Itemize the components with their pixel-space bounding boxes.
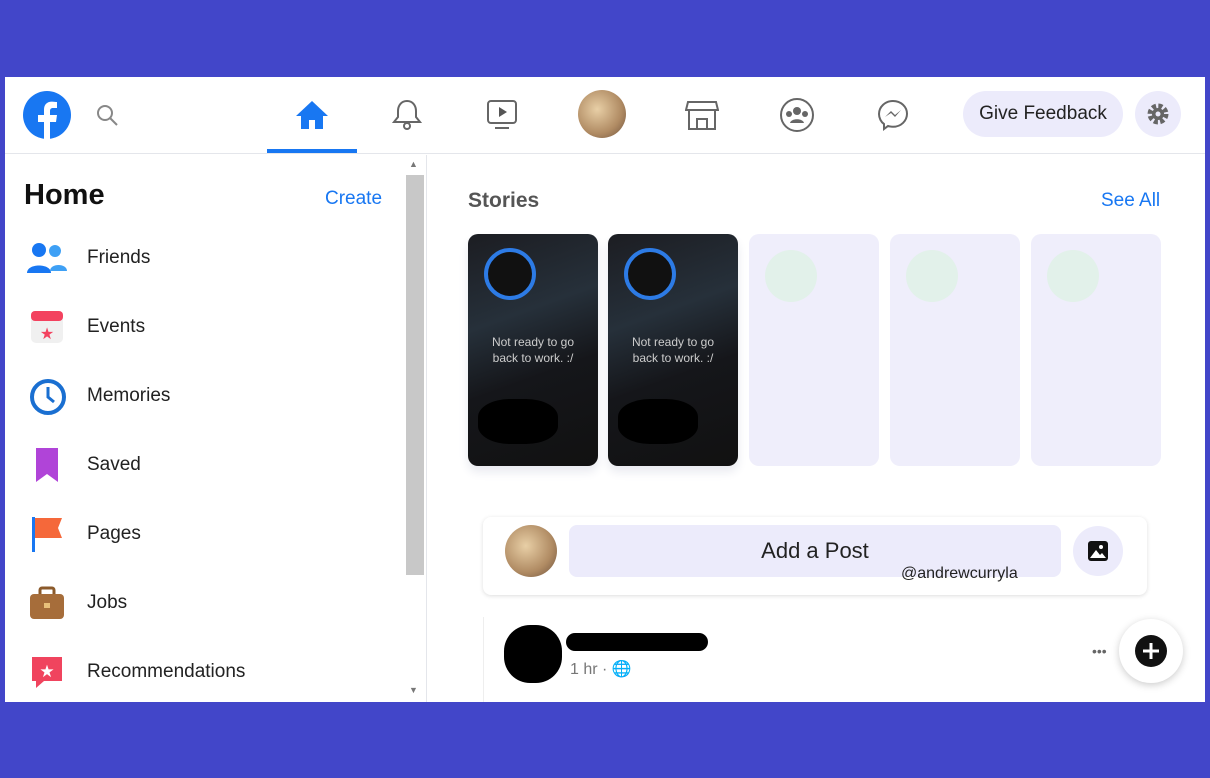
messenger-tab[interactable]	[871, 93, 915, 137]
jobs-icon	[25, 581, 69, 625]
search-icon[interactable]	[95, 103, 119, 127]
redacted-avatar	[504, 625, 562, 683]
new-message-button[interactable]	[1119, 619, 1183, 683]
sidebar-item-memories[interactable]: Memories	[25, 371, 385, 421]
left-sidebar: Home Create Friends ★ Events Memories Sav…	[5, 155, 427, 702]
post-more-button[interactable]: •••	[1092, 643, 1107, 659]
feed-post: 1 hr · 🌐 •••	[483, 617, 1183, 702]
redacted-area	[478, 399, 558, 444]
post-time: 1 hr · 🌐	[570, 661, 632, 678]
groups-icon	[780, 98, 814, 132]
svg-text:★: ★	[39, 662, 54, 681]
scroll-down-arrow[interactable]: ▼	[409, 685, 418, 695]
sidebar-title: Home	[24, 179, 105, 211]
svg-text:★: ★	[40, 326, 54, 343]
marketplace-icon	[685, 101, 719, 130]
events-icon: ★	[25, 305, 69, 349]
bell-icon	[391, 99, 423, 130]
profile-avatar[interactable]	[578, 90, 626, 138]
globe-icon: 🌐	[611, 661, 632, 678]
sidebar-item-saved[interactable]: Saved	[25, 440, 385, 490]
story-avatar	[484, 248, 536, 300]
saved-icon	[25, 443, 69, 487]
sidebar-item-recommendations[interactable]: ★ Recommendations	[25, 647, 385, 697]
story-placeholder	[1031, 234, 1161, 466]
scroll-up-arrow[interactable]: ▲	[409, 159, 418, 169]
plus-icon	[1135, 635, 1167, 667]
post-composer: Add a Post	[483, 517, 1147, 595]
video-icon	[487, 100, 517, 129]
notifications-tab[interactable]	[385, 93, 429, 137]
gear-icon	[1147, 103, 1169, 125]
friends-icon	[25, 236, 69, 280]
sidebar-scrollbar[interactable]	[406, 175, 424, 575]
watch-tab[interactable]	[480, 93, 524, 137]
top-navigation: Give Feedback	[5, 77, 1205, 154]
groups-tab[interactable]	[775, 93, 819, 137]
story-card[interactable]: Not ready to go back to work. :/	[608, 234, 738, 466]
messenger-icon	[877, 99, 909, 131]
sidebar-item-events[interactable]: ★ Events	[25, 302, 385, 352]
marketplace-tab[interactable]	[680, 93, 724, 137]
pages-icon	[25, 512, 69, 556]
story-card[interactable]: Not ready to go back to work. :/	[468, 234, 598, 466]
photo-icon	[1088, 541, 1108, 561]
give-feedback-button[interactable]: Give Feedback	[963, 91, 1123, 137]
app-window: Give Feedback Home Create Friends ★ Event…	[5, 77, 1205, 702]
stories-title: Stories	[468, 189, 540, 212]
settings-button[interactable]	[1135, 91, 1181, 137]
watermark: @andrewcurryla	[901, 565, 1018, 582]
sidebar-item-pages[interactable]: Pages	[25, 509, 385, 559]
home-icon	[296, 101, 328, 129]
redacted-area	[618, 399, 698, 444]
user-avatar	[505, 525, 557, 577]
story-avatar	[624, 248, 676, 300]
memories-icon	[25, 374, 69, 418]
story-placeholder	[890, 234, 1020, 466]
facebook-logo[interactable]	[23, 91, 71, 139]
story-placeholder	[749, 234, 879, 466]
active-tab-indicator	[267, 149, 357, 153]
see-all-link[interactable]: See All	[1101, 190, 1160, 212]
create-link[interactable]: Create	[325, 188, 382, 210]
sidebar-item-jobs[interactable]: Jobs	[25, 578, 385, 628]
add-photo-button[interactable]	[1073, 526, 1123, 576]
redacted-name	[566, 633, 708, 651]
recommendations-icon: ★	[25, 650, 69, 694]
sidebar-item-friends[interactable]: Friends	[25, 233, 385, 283]
home-tab[interactable]	[290, 93, 334, 137]
